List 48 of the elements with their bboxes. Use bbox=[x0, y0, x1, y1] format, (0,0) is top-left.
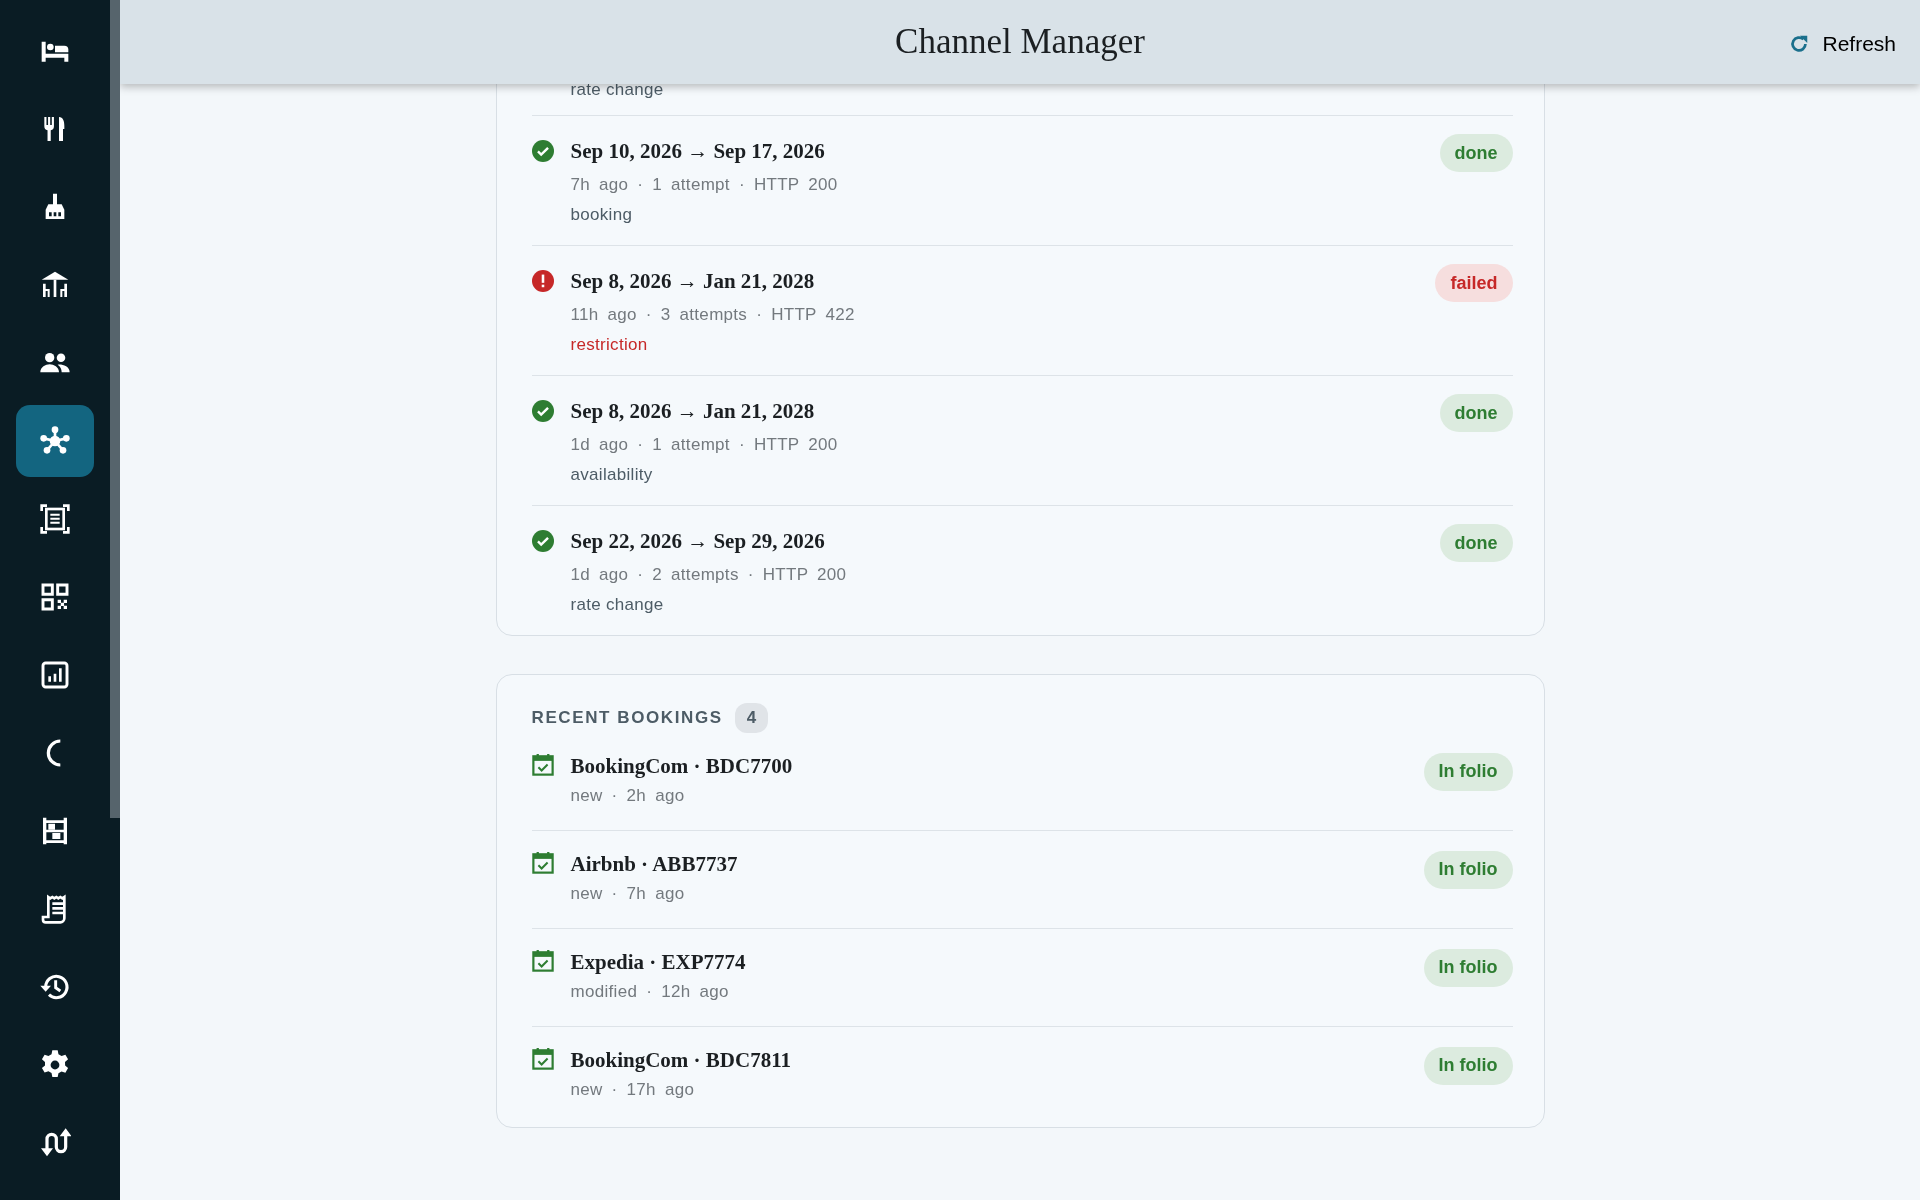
network-hub-icon bbox=[39, 425, 71, 457]
status-badge: In folio bbox=[1423, 1046, 1513, 1085]
booking-title: Expedia · EXP7774 bbox=[570, 948, 746, 975]
status-badge: failed bbox=[1435, 264, 1513, 302]
job-meta: 1d ago · 2 attempts · HTTP 200 bbox=[570, 564, 847, 586]
job-detail: booking bbox=[570, 204, 634, 226]
status-badge: In folio bbox=[1423, 850, 1513, 889]
refresh-button[interactable]: Refresh bbox=[1788, 24, 1896, 64]
section-heading: RECENT BOOKINGS bbox=[531, 706, 723, 729]
count-badge: 4 bbox=[734, 703, 769, 733]
booking-meta: new · 2h ago bbox=[570, 784, 686, 807]
check-circle-icon bbox=[531, 140, 554, 162]
check-circle-icon bbox=[531, 400, 554, 422]
check-circle-icon bbox=[531, 530, 554, 552]
job-date-range: Sep 8, 2026 → Jan 21, 2028 bbox=[570, 268, 816, 294]
job-date-range: Sep 8, 2026 → Jan 21, 2028 bbox=[570, 398, 816, 424]
job-date-range: Sep 22, 2026 → Sep 29, 2026 bbox=[570, 528, 826, 554]
job-detail: availability bbox=[570, 464, 654, 486]
job-meta: 1d ago · 1 attempt · HTTP 200 bbox=[570, 434, 838, 456]
booking-meta: new · 7h ago bbox=[570, 882, 686, 905]
status-badge: In folio bbox=[1423, 752, 1513, 791]
job-meta: 11h ago · 3 attempts · HTTP 422 bbox=[570, 304, 855, 326]
alert-circle-icon bbox=[531, 270, 554, 292]
bar-chart-icon bbox=[39, 659, 71, 691]
calendar-check-icon bbox=[531, 949, 554, 972]
qr-code-icon bbox=[39, 581, 71, 613]
document-scan-icon bbox=[39, 503, 71, 535]
booking-title: Airbnb · ABB7737 bbox=[570, 850, 738, 877]
status-badge: done bbox=[1439, 134, 1513, 172]
scrollbar[interactable] bbox=[110, 0, 120, 818]
job-meta: 7h ago · 1 attempt · HTTP 200 bbox=[570, 174, 838, 196]
page-title: Channel Manager bbox=[895, 21, 1145, 63]
booking-title: BookingCom · BDC7811 bbox=[570, 1046, 792, 1073]
job-detail: restriction bbox=[570, 334, 649, 356]
calendar-check-icon bbox=[531, 1047, 554, 1070]
status-badge: done bbox=[1439, 394, 1513, 432]
job-detail: rate change bbox=[570, 79, 665, 101]
status-badge: done bbox=[1439, 524, 1513, 562]
booking-title: BookingCom · BDC7700 bbox=[570, 752, 793, 779]
status-badge: In folio bbox=[1423, 948, 1513, 987]
job-detail: rate change bbox=[570, 594, 665, 616]
nav-item[interactable] bbox=[16, 405, 94, 477]
job-date-range: Sep 10, 2026 → Sep 17, 2026 bbox=[570, 138, 826, 164]
booking-meta: new · 17h ago bbox=[570, 1078, 696, 1101]
swap-arrows-icon bbox=[39, 1127, 71, 1159]
calendar-check-icon bbox=[531, 851, 554, 874]
booking-meta: modified · 12h ago bbox=[570, 980, 730, 1003]
calendar-check-icon bbox=[531, 753, 554, 776]
